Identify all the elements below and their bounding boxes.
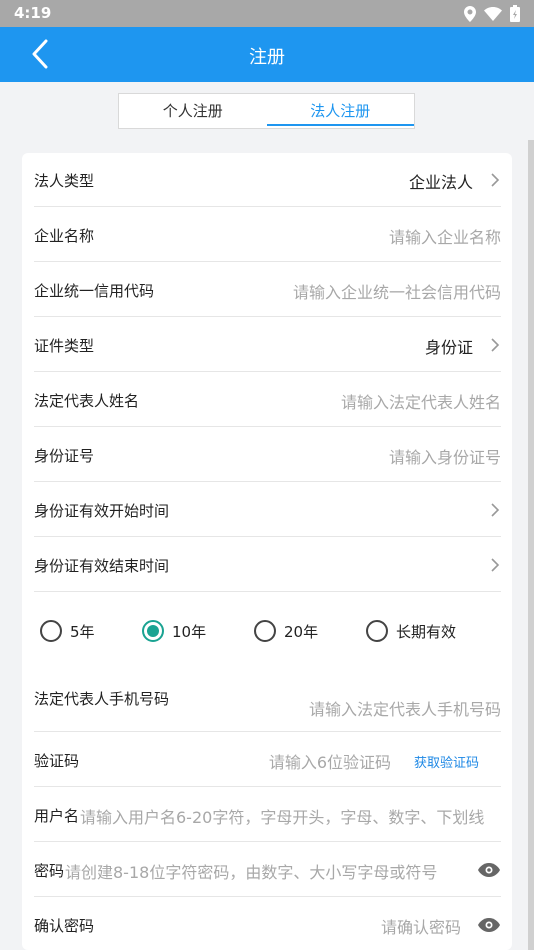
radio-circle [40,620,62,642]
radio-circle [142,620,164,642]
rep-name-label: 法定代表人姓名 [34,392,140,410]
legal-type-selector[interactable]: 法人类型 企业法人 [34,153,501,207]
id-type-value: 身份证 [424,338,473,357]
tab-legal-register[interactable]: 法人注册 [266,94,415,128]
chevron-right-icon [491,338,500,352]
radio-long-term[interactable]: 长期有效 [366,617,456,645]
credit-code-label: 企业统一信用代码 [34,282,155,300]
password-row: 密码 请创建8-18位字符密码，由数字、大小写字母或符号 [34,842,501,897]
password-input[interactable]: 请创建8-18位字符密码，由数字、大小写字母或符号 [65,859,437,883]
scrollbar[interactable] [528,140,534,950]
password-label: 密码 [34,862,65,880]
rep-name-input[interactable]: 请输入法定代表人姓名 [341,389,501,413]
confirm-password-input[interactable]: 请确认密码 [381,914,461,938]
company-name-label: 企业名称 [34,227,95,245]
radio-20-years[interactable]: 20年 [254,617,318,645]
rep-phone-input[interactable]: 请输入法定代表人手机号码 [309,696,501,720]
legal-type-label: 法人类型 [34,172,95,190]
rep-name-row: 法定代表人姓名 请输入法定代表人姓名 [34,372,501,427]
id-end-label: 身份证有效结束时间 [34,557,170,575]
radio-label: 5年 [70,622,95,641]
verify-code-row: 验证码 请输入6位验证码 获取验证码 [34,732,501,787]
verify-code-input[interactable]: 请输入6位验证码 [269,749,391,773]
chevron-right-icon [491,503,500,517]
register-form: 法人类型 企业法人 企业名称 请输入企业名称 企业统一信用代码 请输入企业统一社… [22,153,512,950]
battery-icon [510,5,520,22]
get-code-button[interactable]: 获取验证码 [414,752,479,771]
username-label: 用户名 [34,807,80,825]
id-type-selector[interactable]: 证件类型 身份证 [34,317,501,372]
eye-icon[interactable] [477,917,501,933]
radio-label: 长期有效 [396,622,457,641]
id-number-row: 身份证号 请输入身份证号 [34,427,501,482]
id-start-date-selector[interactable]: 身份证有效开始时间 [34,482,501,537]
id-number-input[interactable]: 请输入身份证号 [389,444,501,468]
radio-label: 20年 [284,622,319,641]
credit-code-input[interactable]: 请输入企业统一社会信用代码 [293,279,501,303]
status-icons [464,5,520,22]
tab-personal-register[interactable]: 个人注册 [119,94,267,128]
validity-radio-group: 5年 10年 20年 长期有效 [40,617,500,657]
radio-label: 10年 [172,622,207,641]
register-type-tabs: 个人注册 法人注册 [118,93,415,129]
status-time: 4:19 [14,4,52,22]
confirm-password-label: 确认密码 [34,917,95,935]
location-icon [464,5,476,22]
verify-code-label: 验证码 [34,752,80,770]
legal-type-value: 企业法人 [408,173,473,192]
radio-5-years[interactable]: 5年 [40,617,95,645]
eye-icon[interactable] [477,862,501,878]
company-name-row: 企业名称 请输入企业名称 [34,207,501,262]
id-end-date-selector[interactable]: 身份证有效结束时间 [34,537,501,592]
radio-10-years[interactable]: 10年 [142,617,206,645]
chevron-right-icon [491,173,500,187]
username-row: 用户名 请输入用户名6-20字符，字母开头，字母、数字、下划线 [34,787,501,842]
status-bar: 4:19 [0,0,534,27]
company-name-input[interactable]: 请输入企业名称 [389,224,501,248]
id-number-label: 身份证号 [34,447,95,465]
radio-circle [254,620,276,642]
radio-circle [366,620,388,642]
chevron-right-icon [491,558,500,572]
rep-phone-row: 法定代表人手机号码 请输入法定代表人手机号码 [34,676,501,732]
app-bar: 注册 [0,27,534,82]
username-input[interactable]: 请输入用户名6-20字符，字母开头，字母、数字、下划线 [80,804,484,828]
confirm-password-row: 确认密码 请确认密码 [34,897,501,950]
rep-phone-label: 法定代表人手机号码 [34,690,170,708]
id-start-label: 身份证有效开始时间 [34,502,170,520]
wifi-icon [484,6,502,21]
credit-code-row: 企业统一信用代码 请输入企业统一社会信用代码 [34,262,501,317]
page-title: 注册 [249,47,285,68]
id-type-label: 证件类型 [34,337,95,355]
